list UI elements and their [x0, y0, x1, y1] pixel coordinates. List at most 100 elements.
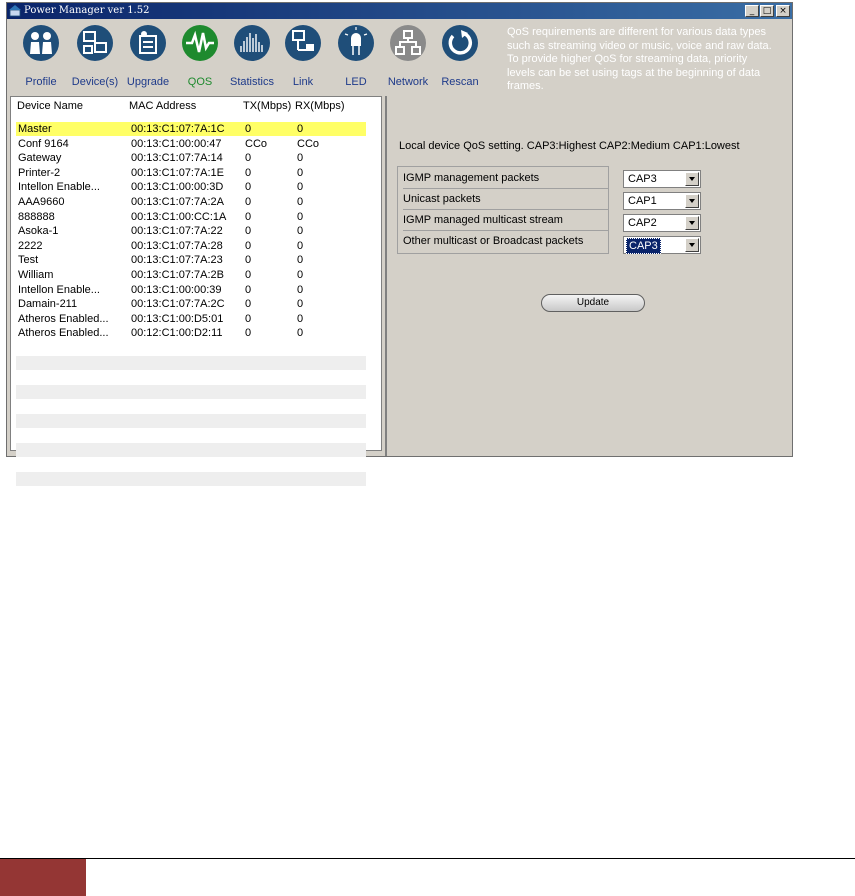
igmp-multicast-stream-label: IGMP managed multicast stream: [403, 210, 608, 231]
qos-button[interactable]: QOS: [174, 24, 226, 92]
igmp-multicast-stream-select[interactable]: CAP2: [623, 214, 701, 232]
rx-cell: 0: [297, 298, 304, 311]
mac-address-cell: 00:13:C1:00:00:47: [131, 137, 222, 150]
device-row[interactable]: Master 00:13:C1:07:7A:1C 0 0: [16, 122, 366, 136]
device-row[interactable]: Test 00:13:C1:07:7A:23 0 0: [16, 253, 366, 267]
close-button[interactable]: ×: [776, 5, 790, 17]
other-multicast-label: Other multicast or Broadcast packets: [403, 235, 584, 247]
title-bar[interactable]: Power Manager ver 1.52 _ □ ×: [7, 3, 792, 19]
rx-cell: 0: [297, 123, 304, 135]
app-icon: [9, 5, 21, 17]
device-row[interactable]: Conf 9164 00:13:C1:00:00:47 CCo CCo: [16, 137, 366, 151]
qos-note: Local device QoS setting. CAP3:Highest C…: [399, 140, 740, 152]
mac-address-cell: 00:12:C1:00:D2:11: [131, 327, 223, 340]
tx-cell: 0: [245, 239, 252, 252]
rx-cell: 0: [297, 312, 304, 325]
led-button[interactable]: LED: [330, 24, 382, 92]
update-button[interactable]: Update: [541, 294, 645, 312]
unicast-select[interactable]: CAP1: [623, 192, 701, 210]
mac-address-cell: 00:13:C1:07:7A:22: [131, 225, 223, 238]
minimize-button[interactable]: _: [745, 5, 759, 17]
tx-cell: CCo: [245, 137, 268, 150]
device-name-cell: Intellon Enable...: [18, 181, 100, 194]
tx-cell: 0: [245, 327, 252, 340]
device-row[interactable]: Printer-2 00:13:C1:07:7A:1E 0 0: [16, 166, 366, 180]
other-multicast-select[interactable]: CAP3: [623, 236, 701, 254]
device-name-cell: Printer-2: [18, 166, 61, 179]
tx-cell: 0: [245, 166, 252, 179]
statistics-icon: [234, 25, 270, 61]
device-name-cell: Test: [18, 254, 39, 267]
rescan-button[interactable]: Rescan: [434, 24, 486, 92]
mac-address-cell: 00:13:C1:07:7A:1E: [131, 166, 224, 179]
mac-address-cell: 00:13:C1:07:7A:28: [131, 239, 223, 252]
unicast-label: Unicast packets: [403, 189, 608, 210]
rescan-label: Rescan: [441, 76, 479, 88]
mac-address-cell: 00:13:C1:07:7A:2C: [131, 298, 225, 311]
device-row[interactable]: Damain-211 00:13:C1:07:7A:2C 0 0: [16, 297, 366, 311]
column-header-rx[interactable]: RX(Mbps): [295, 100, 345, 112]
chevron-down-icon[interactable]: [685, 194, 699, 208]
tx-cell: 0: [245, 225, 252, 238]
unicast-value: CAP1: [628, 195, 657, 207]
maximize-button[interactable]: □: [760, 5, 774, 17]
tx-cell: 0: [245, 312, 252, 325]
device-row[interactable]: Intellon Enable... 00:13:C1:00:00:39 0 0: [16, 283, 366, 297]
device-name-cell: AAA9660: [18, 196, 65, 208]
panel-divider: [385, 96, 387, 456]
rx-cell: 0: [297, 239, 304, 252]
mac-address-cell: 00:13:C1:00:00:39: [131, 283, 222, 296]
mac-address-cell: 00:13:C1:00:D5:01: [131, 312, 224, 325]
device-row[interactable]: Atheros Enabled... 00:13:C1:00:D5:01 0 0: [16, 312, 366, 326]
upgrade-icon: [130, 25, 166, 61]
igmp-management-select[interactable]: CAP3: [623, 170, 701, 188]
tx-cell: 0: [245, 181, 252, 194]
device-name-cell: Master: [18, 123, 52, 135]
chevron-down-icon[interactable]: [685, 216, 699, 230]
rx-cell: 0: [297, 254, 304, 267]
chevron-down-icon[interactable]: [685, 238, 699, 252]
device-list[interactable]: Device Name MAC Address TX(Mbps) RX(Mbps…: [10, 96, 382, 487]
rx-cell: 0: [297, 196, 304, 208]
chevron-down-icon[interactable]: [685, 172, 699, 186]
empty-row: [16, 472, 366, 487]
column-header-mac-address[interactable]: MAC Address: [129, 100, 196, 112]
rx-cell: CCo: [297, 137, 320, 150]
device-row[interactable]: Asoka-1 00:13:C1:07:7A:22 0 0: [16, 224, 366, 238]
rescan-icon: [442, 25, 478, 61]
device-row[interactable]: Atheros Enabled... 00:12:C1:00:D2:11 0 0: [16, 326, 366, 340]
link-button[interactable]: Link: [277, 24, 329, 92]
empty-row: [16, 384, 366, 399]
column-header-tx[interactable]: TX(Mbps): [243, 100, 291, 112]
rx-cell: 0: [297, 166, 304, 179]
empty-row: [16, 414, 366, 428]
device-row[interactable]: 2222 00:13:C1:07:7A:28 0 0: [16, 239, 366, 253]
column-header-device-name[interactable]: Device Name: [17, 100, 83, 112]
device-name-cell: William: [18, 269, 54, 281]
profile-button[interactable]: Profile: [15, 24, 67, 92]
qos-icon: [182, 25, 218, 61]
network-icon: [390, 25, 426, 61]
device-row[interactable]: Gateway 00:13:C1:07:7A:14 0 0: [16, 151, 366, 165]
device-row[interactable]: 888888 00:13:C1:00:CC:1A 0 0: [16, 210, 366, 224]
device-name-cell: Damain-211: [18, 298, 78, 311]
mac-address-cell: 00:13:C1:07:7A:1C: [131, 123, 225, 135]
tx-cell: 0: [245, 254, 252, 267]
mac-address-cell: 00:13:C1:07:7A:2B: [131, 269, 224, 281]
device-row[interactable]: Intellon Enable... 00:13:C1:00:00:3D 0 0: [16, 180, 366, 194]
other-multicast-value: CAP3: [626, 238, 661, 254]
link-icon: [285, 25, 321, 61]
toolbar: Profile Device(s) Upgrade QOS Statistics…: [7, 20, 792, 94]
device-name-cell: 2222: [18, 239, 43, 252]
device-row[interactable]: AAA9660 00:13:C1:07:7A:2A 0 0: [16, 195, 366, 209]
devices-button[interactable]: Device(s): [69, 24, 121, 92]
tx-cell: 0: [245, 210, 252, 223]
tx-cell: 0: [245, 196, 252, 208]
device-name-cell: Gateway: [18, 152, 62, 165]
rx-cell: 0: [297, 152, 304, 165]
igmp-management-label: IGMP management packets: [403, 168, 608, 189]
device-row[interactable]: William 00:13:C1:07:7A:2B 0 0: [16, 268, 366, 282]
device-name-cell: 888888: [18, 210, 55, 223]
upgrade-button[interactable]: Upgrade: [122, 24, 174, 92]
network-button[interactable]: Network: [382, 24, 434, 92]
